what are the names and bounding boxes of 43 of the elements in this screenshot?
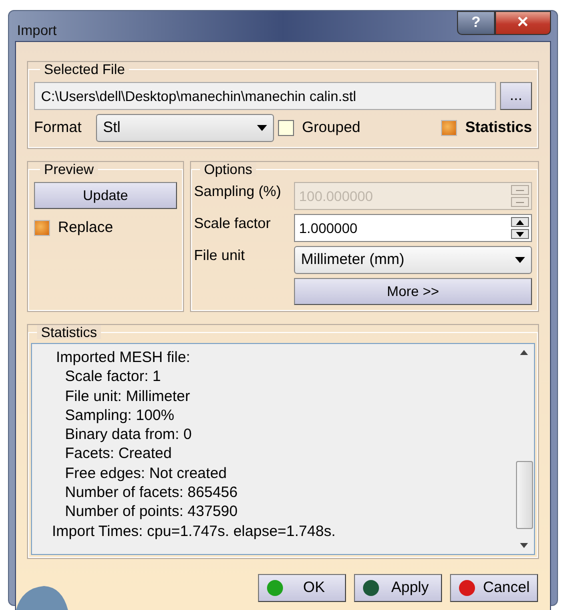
scroll-thumb[interactable] xyxy=(516,461,532,529)
statistics-line: Imported MESH file: xyxy=(56,348,192,368)
spin-up-button[interactable] xyxy=(511,217,529,227)
globe-icon xyxy=(16,584,68,610)
down-arrow-icon xyxy=(516,232,524,236)
checkbox-label: Grouped xyxy=(302,118,360,138)
statistics-line: Number of points: 437590 xyxy=(65,502,239,522)
field-label: Scale factor xyxy=(194,215,272,234)
dialog-button[interactable]: OK xyxy=(258,574,346,602)
checkbox-label: Replace xyxy=(58,218,114,238)
up-arrow-icon xyxy=(516,220,524,224)
caret-icon xyxy=(257,125,267,131)
close-button[interactable]: ✕ xyxy=(495,11,551,35)
field-label: Sampling (%) xyxy=(194,183,282,202)
statistics-line: Binary data from: 0 xyxy=(65,425,193,444)
number-field[interactable]: 1.000000 xyxy=(294,214,532,242)
checkbox-label: Statistics xyxy=(465,118,532,138)
statistics-line: Scale factor: 1 xyxy=(65,367,162,387)
more-button[interactable]: More >> xyxy=(294,278,532,305)
checkbox[interactable] xyxy=(34,220,50,236)
spin-down-button[interactable] xyxy=(511,229,529,239)
checkbox[interactable] xyxy=(441,120,458,136)
format-label: Format xyxy=(34,118,83,138)
caret-icon xyxy=(515,257,525,263)
statistics-line: File unit: Millimeter xyxy=(65,386,192,406)
scroll-down-icon[interactable] xyxy=(520,543,528,548)
browse-button[interactable]: ... xyxy=(500,82,532,110)
window-title: Import xyxy=(17,21,57,40)
statistics-line: Facets: Created xyxy=(65,444,173,464)
statistics-line: Free edges: Not created xyxy=(65,464,228,484)
statistics-line: Number of facets: 865456 xyxy=(65,483,239,502)
scroll-up-icon[interactable] xyxy=(520,350,528,355)
file-path-field[interactable]: C:\Users\dell\Desktop\manechin\manechin calin.stl xyxy=(34,82,496,110)
checkbox[interactable] xyxy=(278,120,294,136)
dialog-button[interactable]: Cancel xyxy=(450,574,538,602)
statistics-line: Sampling: 100% xyxy=(65,406,176,426)
format-dropdown[interactable]: Stl xyxy=(96,114,274,142)
update-button[interactable]: Update xyxy=(34,182,177,209)
dialog-button[interactable]: Apply xyxy=(354,574,442,602)
statistics-line: Import Times: cpu=1.747s. elapse=1.748s. xyxy=(52,522,336,541)
unit-dropdown[interactable]: Millimeter (mm) xyxy=(294,246,532,274)
group-label: Statistics xyxy=(37,325,102,339)
field-label: File unit xyxy=(194,247,246,266)
